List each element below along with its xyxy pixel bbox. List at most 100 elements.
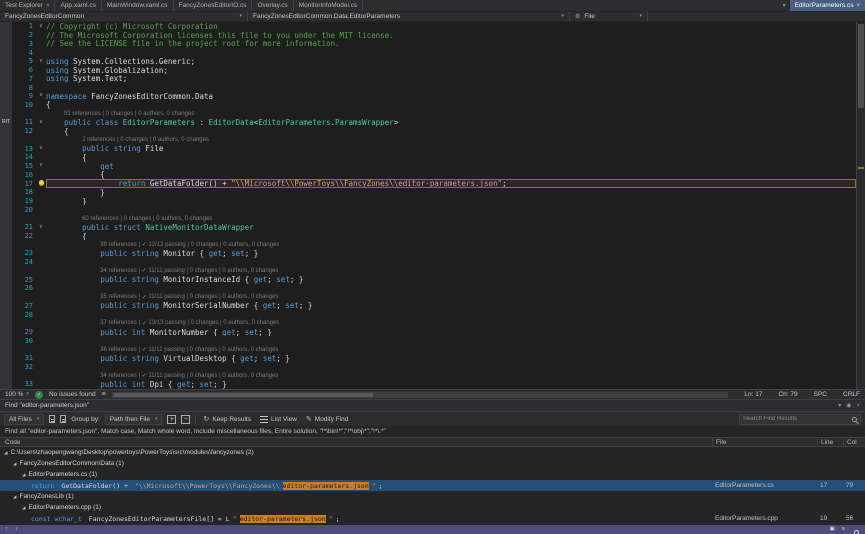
code-line[interactable]: 4 — [0, 48, 856, 57]
status-bar-icon[interactable]: ↑ — [5, 527, 8, 533]
code-line[interactable]: 27 public string MonitorSerialNumber { g… — [0, 302, 856, 311]
close-tab-icon[interactable]: × — [856, 3, 860, 9]
code-line[interactable]: 30 — [0, 336, 856, 345]
code-line[interactable]: 18 } — [0, 188, 856, 197]
fold-icon[interactable]: ∨ — [36, 163, 46, 169]
code-line[interactable]: 14 { — [0, 153, 856, 162]
expander-icon[interactable]: ◢ — [13, 461, 16, 467]
codelens-row[interactable]: 34 references | ✓ 11/11 passing | 0 chan… — [0, 371, 856, 380]
save-results-icon[interactable] — [60, 415, 66, 423]
column-header-file[interactable]: File — [712, 439, 817, 446]
codelens-row[interactable]: 34 references | ✓ 11/11 passing | 0 chan… — [0, 267, 856, 276]
code-line[interactable]: 24 — [0, 258, 856, 267]
pin-icon[interactable]: ◉ — [846, 402, 851, 409]
document-tab[interactable]: Test Explorer× — [0, 0, 55, 11]
codelens-row[interactable]: 91 references | 0 changes | 0 authors, 0… — [0, 109, 856, 118]
notifications-bell-icon[interactable] — [852, 526, 860, 534]
codelens-row[interactable]: 2 references | 0 changes | 0 authors, 0 … — [0, 136, 856, 145]
code-line[interactable]: 13∨ public string File — [0, 144, 856, 153]
codelens-row[interactable]: 36 references | ✓ 11/11 passing | 0 chan… — [0, 345, 856, 354]
find-group-row[interactable]: ◢FancyZonesLib (1) — [0, 491, 865, 502]
code-line[interactable]: 3// See the LICENSE file in the project … — [0, 39, 856, 48]
search-find-results-box[interactable] — [739, 414, 861, 425]
code-line[interactable]: 1∨// Copyright (c) Microsoft Corporation — [0, 22, 856, 31]
find-group-row[interactable]: ◢EditorParameters.cs (1) — [0, 469, 865, 480]
code-line[interactable]: 17 return GetDataFolder() + "\\Microsoft… — [0, 179, 856, 188]
member-dropdown[interactable]: ⚙ File ▾ — [570, 12, 648, 21]
document-tab[interactable]: MonitorInfoModel.cs — [294, 0, 364, 11]
find-group-row[interactable]: ◢C:\Users\zhaopengwang\Desktop\powertoys… — [0, 447, 865, 458]
code-line[interactable]: 8 — [0, 83, 856, 92]
expander-icon[interactable]: ◢ — [22, 505, 25, 511]
code-line[interactable]: 22 { — [0, 232, 856, 241]
code-line[interactable]: 16 { — [0, 170, 856, 179]
expand-all-icon[interactable]: + — [167, 415, 176, 424]
code-line[interactable]: 28 — [0, 310, 856, 319]
fold-icon[interactable]: ∨ — [36, 146, 46, 152]
quick-actions-lightbulb-icon[interactable] — [36, 180, 46, 188]
find-group-row[interactable]: ◢EditorParameters.cpp (1) — [0, 502, 865, 513]
code-line[interactable]: 23 public string Monitor { get; set; } — [0, 249, 856, 258]
no-issues-check-icon[interactable]: ✓ — [35, 391, 43, 399]
code-editor[interactable]: 1∨// Copyright (c) Microsoft Corporation… — [0, 22, 865, 389]
code-line[interactable]: 29 public int MonitorNumber { get; set; … — [0, 328, 856, 337]
find-result-row[interactable]: const wchar_t FancyZonesEditorParameters… — [0, 513, 865, 524]
fold-icon[interactable]: ∨ — [36, 59, 46, 65]
window-position-menu-icon[interactable]: ▾ — [838, 402, 841, 409]
collapse-all-icon[interactable]: − — [181, 415, 190, 424]
tab-editorparameters-active[interactable]: EditorParameters.cs × — [790, 0, 865, 11]
code-line[interactable]: 9∨namespace FancyZonesEditorCommon.Data — [0, 92, 856, 101]
expander-icon[interactable]: ◢ — [4, 450, 7, 456]
column-header-col[interactable]: Col — [843, 439, 865, 446]
search-find-results-input[interactable] — [743, 416, 849, 422]
editor-horizontal-scrollbar[interactable] — [112, 392, 729, 398]
code-line[interactable]: 31 public string VirtualDesktop { get; s… — [0, 354, 856, 363]
code-line[interactable]: 21∨ public struct NativeMonitorDataWrapp… — [0, 223, 856, 232]
code-line[interactable]: 32 — [0, 363, 856, 372]
group-by-dropdown[interactable]: Path then File ▾ — [105, 414, 163, 425]
code-line[interactable]: 25 public string MonitorInstanceId { get… — [0, 275, 856, 284]
close-tab-icon[interactable]: × — [46, 3, 50, 9]
expander-icon[interactable]: ◢ — [13, 494, 16, 500]
codelens-row[interactable]: 38 references | ✓ 12/12 passing | 0 chan… — [0, 240, 856, 249]
project-dropdown[interactable]: FancyZonesEditorCommon ▾ — [0, 12, 248, 21]
codelens-row[interactable]: 35 references | ✓ 11/11 passing | 0 chan… — [0, 293, 856, 302]
document-tab[interactable]: FancyZonesEditorIO.cs — [174, 0, 253, 11]
fold-icon[interactable]: ∨ — [36, 225, 46, 231]
zoom-control[interactable]: 100 % ▾ — [5, 391, 29, 398]
column-header-code[interactable]: Code — [0, 439, 712, 446]
type-dropdown[interactable]: FancyZonesEditorCommon.Data.EditorParame… — [248, 12, 570, 21]
status-bar-icon[interactable]: ≡ — [842, 527, 845, 533]
line-indicator[interactable]: Ln: 17 — [744, 391, 762, 398]
scrollbar-thumb[interactable] — [858, 24, 864, 108]
character-indicator[interactable]: Ch: 79 — [778, 391, 797, 398]
list-view-button[interactable]: List View — [258, 416, 299, 423]
code-line[interactable]: 10{ — [0, 101, 856, 110]
codelens-row[interactable]: 37 references | ✓ 13/13 passing | 0 chan… — [0, 319, 856, 328]
find-result-row[interactable]: return GetDataFolder() + "\\Microsoft\\P… — [0, 480, 865, 491]
issues-label[interactable]: No issues found — [49, 391, 96, 398]
fold-icon[interactable]: ∨ — [36, 93, 46, 99]
tab-list-overflow-icon[interactable]: ▾ — [779, 0, 790, 11]
document-tab[interactable]: App.xaml.cs — [55, 0, 101, 11]
find-results-title-bar[interactable]: Find "editor-parameters.json" ▾ ◉ × — [0, 400, 865, 411]
expander-icon[interactable]: ◢ — [22, 472, 25, 478]
close-icon[interactable]: × — [856, 403, 860, 409]
code-line[interactable]: 26 — [0, 284, 856, 293]
column-header-line[interactable]: Line — [817, 439, 843, 446]
document-tab[interactable]: Overlay.cs — [252, 0, 293, 11]
error-list-icon[interactable]: ≡ — [102, 391, 106, 398]
scrollbar-thumb[interactable] — [114, 393, 373, 397]
document-tab[interactable]: MainWindow.xaml.cs — [102, 0, 174, 11]
find-group-row[interactable]: ◢FancyZonesEditorCommon\Data (1) — [0, 458, 865, 469]
code-line[interactable]: 19 } — [0, 197, 856, 206]
code-line[interactable]: 6using System.Globalization; — [0, 66, 856, 75]
code-line[interactable]: 33 public int Dpi { get; set; } — [0, 380, 856, 389]
code-line[interactable]: 7using System.Text; — [0, 74, 856, 83]
code-line[interactable]: 20 — [0, 205, 856, 214]
status-bar-icon[interactable]: ▣ — [830, 527, 835, 533]
keep-results-button[interactable]: ↻ Keep Results — [201, 416, 253, 423]
indentation-indicator[interactable]: SPC — [814, 391, 827, 398]
fold-icon[interactable]: ∨ — [36, 24, 46, 30]
copy-results-icon[interactable] — [49, 415, 55, 423]
